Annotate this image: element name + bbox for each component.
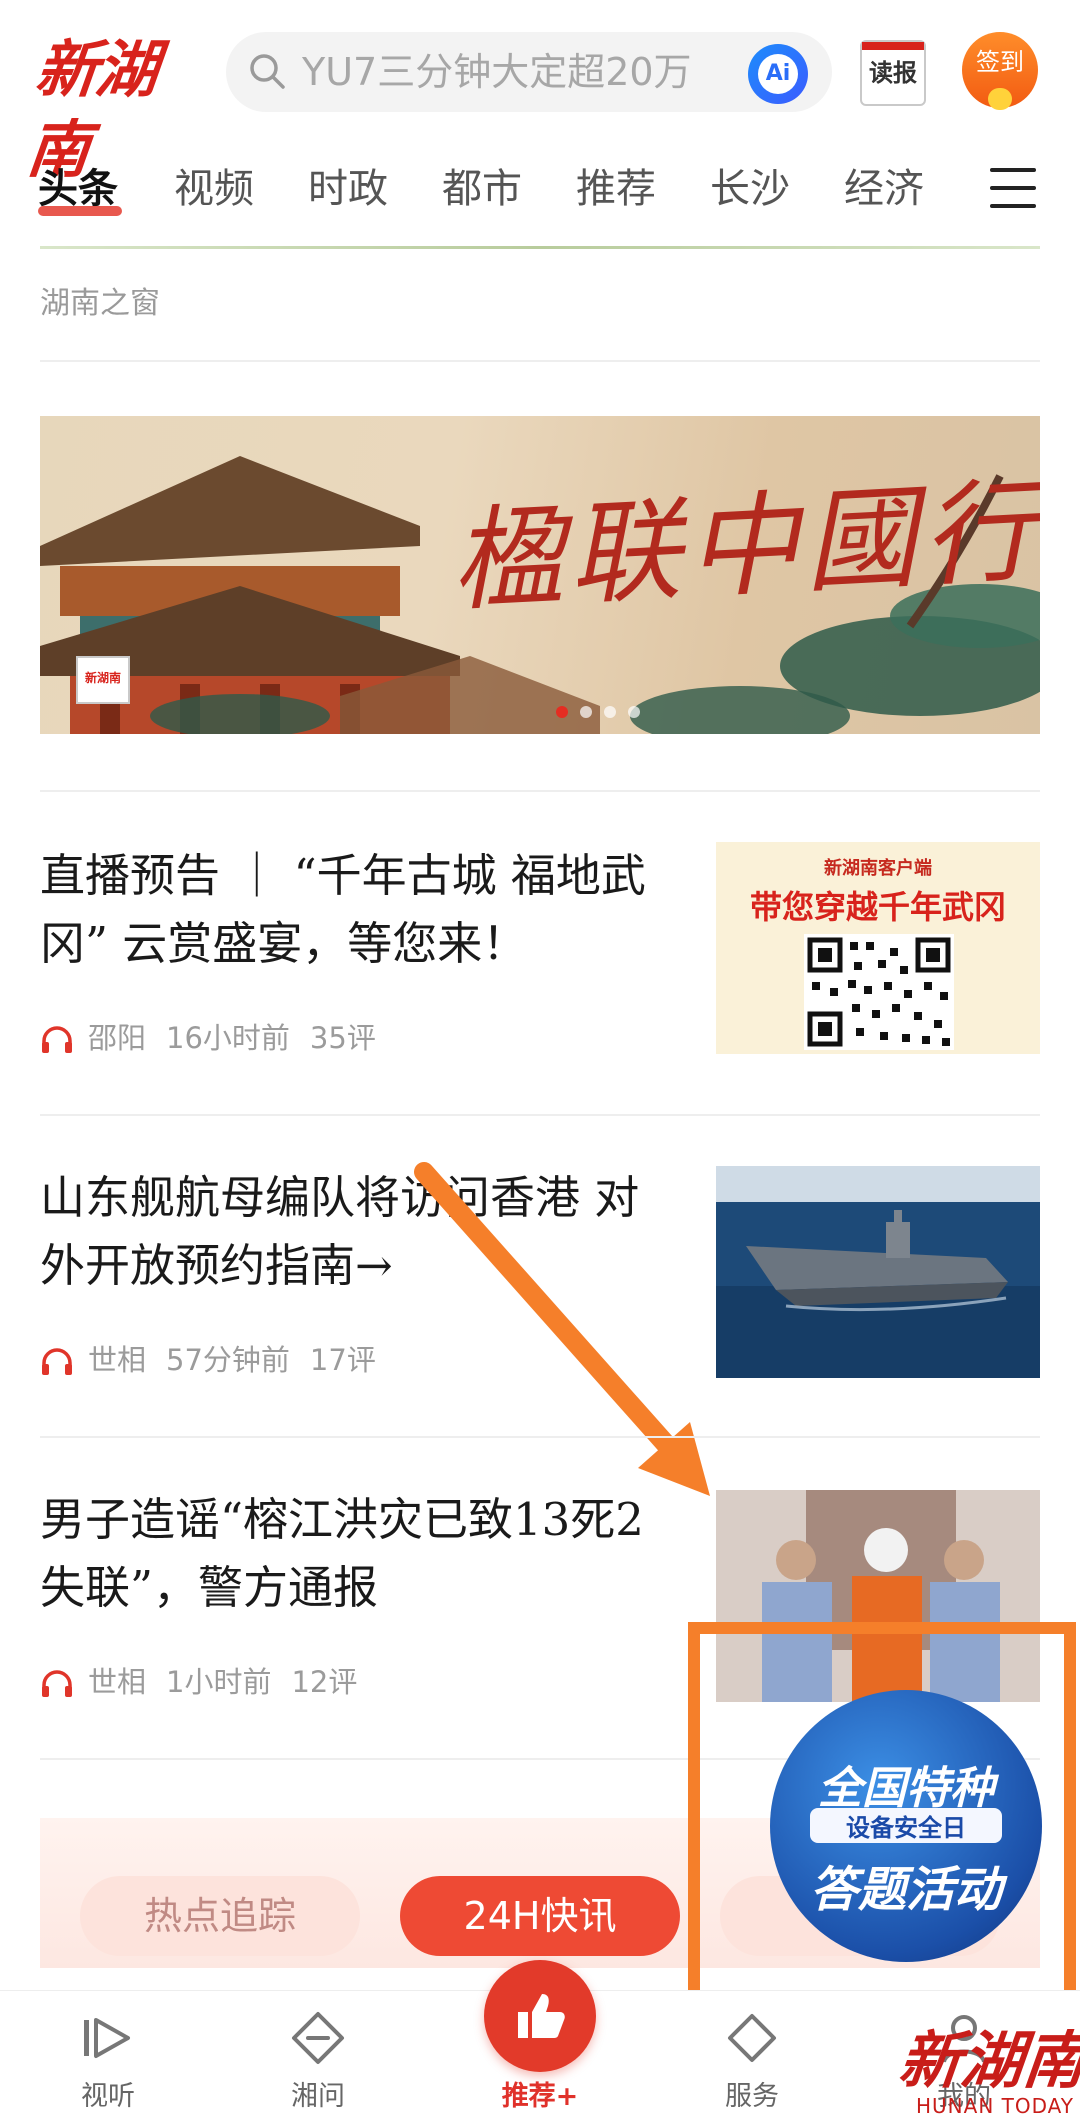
watermark-subtitle: HUNAN TODAY xyxy=(916,2094,1074,2118)
tab-changsha[interactable]: 长沙 xyxy=(710,156,790,222)
24h-news-pill[interactable]: 24H快讯 xyxy=(400,1876,680,1956)
news-source[interactable]: 世相 xyxy=(88,1665,146,1699)
news-meta: 世相 57分钟前 17评 xyxy=(40,1340,396,1380)
tab-recommend[interactable]: 推荐 xyxy=(576,156,656,222)
ai-icon: Ai xyxy=(758,54,798,94)
active-tab-indicator xyxy=(38,206,122,216)
watermark-logo: 新湖南 xyxy=(895,2024,1080,2097)
app-logo: 新湖南 xyxy=(23,33,160,186)
play-icon[interactable] xyxy=(78,2008,138,2068)
ask-icon[interactable] xyxy=(288,2008,348,2068)
carousel-dot xyxy=(604,706,616,718)
divider xyxy=(40,790,1040,792)
tab-economy[interactable]: 经济 xyxy=(844,156,924,222)
news-thumbnail[interactable]: 新湖南客户端 带您穿越千年武冈 xyxy=(716,842,1040,1054)
thumb-header: 新湖南客户端 xyxy=(824,858,932,879)
hot-tracking-pill[interactable]: 热点追踪 xyxy=(80,1876,360,1956)
audio-icon xyxy=(42,1670,72,1697)
tab-video[interactable]: 视频 xyxy=(174,156,254,222)
annotation-arrow xyxy=(414,1162,710,1496)
source-label: 湖南之窗 xyxy=(40,286,160,321)
audio-icon xyxy=(42,1348,72,1375)
read-newspaper-button[interactable]: 读报 xyxy=(860,40,926,106)
carousel-dot xyxy=(580,706,592,718)
carousel-dot xyxy=(628,706,640,718)
news-thumbnail[interactable] xyxy=(716,1166,1040,1378)
ad-line-2: 设备安全日 xyxy=(810,1808,1002,1843)
news-source[interactable]: 邵阳 xyxy=(88,1021,146,1055)
news-meta: 世相 1小时前 12评 xyxy=(40,1662,377,1702)
service-icon[interactable] xyxy=(722,2008,782,2068)
banner-carousel[interactable]: 楹联中國行 新湖南 xyxy=(40,416,1040,734)
menu-icon[interactable] xyxy=(990,168,1036,208)
audio-icon xyxy=(42,1026,72,1053)
ad-line-3: 答题活动 xyxy=(809,1862,1002,1918)
ad-line-1: 全国特种 xyxy=(818,1763,994,1814)
search-placeholder[interactable]: YU7三分钟大定超20万 xyxy=(302,40,692,104)
divider xyxy=(40,360,1040,362)
banner-badge: 新湖南 xyxy=(76,656,130,704)
tab-city[interactable]: 都市 xyxy=(442,156,522,222)
coin-icon xyxy=(988,88,1012,110)
news-meta: 邵阳 16小时前 35评 xyxy=(40,1018,396,1058)
carousel-dot-active xyxy=(556,706,568,718)
qr-code-image xyxy=(804,934,954,1050)
floating-activity-ad[interactable]: 全国特种 设备安全日 答题活动 xyxy=(770,1690,1042,1962)
news-title[interactable]: 男子造谣“榕江洪灾已致13死2失联”，警方通报 xyxy=(40,1486,680,1622)
nav-label-audio-video[interactable]: 视听 xyxy=(48,2074,168,2113)
news-time: 16小时前 xyxy=(166,1021,290,1055)
news-comments: 35评 xyxy=(309,1021,376,1055)
news-time: 57分钟前 xyxy=(166,1343,290,1377)
news-title[interactable]: 直播预告 ｜ “千年古城 福地武冈” 云赏盛宴，等您来！ xyxy=(40,842,680,978)
nav-label-service[interactable]: 服务 xyxy=(692,2074,812,2113)
divider xyxy=(40,1114,1040,1116)
tab-politics[interactable]: 时政 xyxy=(308,156,388,222)
aircraft-carrier-photo xyxy=(716,1166,1040,1378)
news-source[interactable]: 世相 xyxy=(88,1343,146,1377)
divider xyxy=(40,1436,1040,1438)
news-time: 1小时前 xyxy=(166,1665,272,1699)
thumbs-up-icon xyxy=(518,1994,565,2038)
banner-title: 楹联中國行 xyxy=(447,466,1040,628)
search-icon xyxy=(250,54,285,89)
previous-item-edge xyxy=(40,246,1040,249)
news-comments: 17评 xyxy=(309,1343,376,1377)
nav-label-ask[interactable]: 湘问 xyxy=(258,2074,378,2113)
thumb-title: 带您穿越千年武冈 xyxy=(749,888,1006,926)
news-comments: 12评 xyxy=(291,1665,358,1699)
nav-label-recommend[interactable]: 推荐+ xyxy=(480,2074,600,2113)
